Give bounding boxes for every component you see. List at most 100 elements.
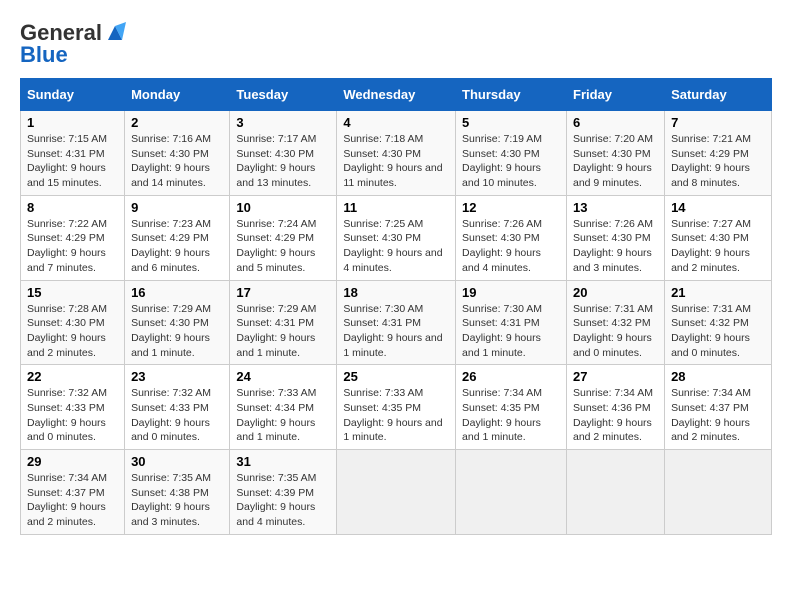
day-number: 7 [671, 115, 765, 130]
day-info: Sunrise: 7:35 AMSunset: 4:38 PMDaylight:… [131, 471, 223, 530]
day-number: 28 [671, 369, 765, 384]
day-info: Sunrise: 7:30 AMSunset: 4:31 PMDaylight:… [343, 302, 449, 361]
day-number: 19 [462, 285, 560, 300]
logo-icon [104, 22, 126, 44]
day-number: 30 [131, 454, 223, 469]
day-info: Sunrise: 7:23 AMSunset: 4:29 PMDaylight:… [131, 217, 223, 276]
calendar-week-row: 29 Sunrise: 7:34 AMSunset: 4:37 PMDaylig… [21, 450, 772, 535]
day-info: Sunrise: 7:16 AMSunset: 4:30 PMDaylight:… [131, 132, 223, 191]
day-info: Sunrise: 7:34 AMSunset: 4:37 PMDaylight:… [27, 471, 118, 530]
logo: General Blue [20, 20, 126, 68]
day-number: 16 [131, 285, 223, 300]
day-number: 6 [573, 115, 658, 130]
day-number: 10 [236, 200, 330, 215]
calendar-cell: 11 Sunrise: 7:25 AMSunset: 4:30 PMDaylig… [337, 195, 456, 280]
day-info: Sunrise: 7:30 AMSunset: 4:31 PMDaylight:… [462, 302, 560, 361]
calendar-cell [567, 450, 665, 535]
day-info: Sunrise: 7:34 AMSunset: 4:35 PMDaylight:… [462, 386, 560, 445]
day-info: Sunrise: 7:28 AMSunset: 4:30 PMDaylight:… [27, 302, 118, 361]
calendar-cell: 9 Sunrise: 7:23 AMSunset: 4:29 PMDayligh… [125, 195, 230, 280]
calendar-cell: 8 Sunrise: 7:22 AMSunset: 4:29 PMDayligh… [21, 195, 125, 280]
day-info: Sunrise: 7:22 AMSunset: 4:29 PMDaylight:… [27, 217, 118, 276]
day-number: 1 [27, 115, 118, 130]
day-info: Sunrise: 7:21 AMSunset: 4:29 PMDaylight:… [671, 132, 765, 191]
day-info: Sunrise: 7:34 AMSunset: 4:37 PMDaylight:… [671, 386, 765, 445]
day-info: Sunrise: 7:29 AMSunset: 4:31 PMDaylight:… [236, 302, 330, 361]
header-saturday: Saturday [665, 79, 772, 111]
calendar-cell: 7 Sunrise: 7:21 AMSunset: 4:29 PMDayligh… [665, 111, 772, 196]
calendar-cell: 18 Sunrise: 7:30 AMSunset: 4:31 PMDaylig… [337, 280, 456, 365]
calendar-cell: 17 Sunrise: 7:29 AMSunset: 4:31 PMDaylig… [230, 280, 337, 365]
day-number: 26 [462, 369, 560, 384]
day-info: Sunrise: 7:26 AMSunset: 4:30 PMDaylight:… [462, 217, 560, 276]
calendar-cell: 10 Sunrise: 7:24 AMSunset: 4:29 PMDaylig… [230, 195, 337, 280]
calendar-cell: 19 Sunrise: 7:30 AMSunset: 4:31 PMDaylig… [456, 280, 567, 365]
day-info: Sunrise: 7:31 AMSunset: 4:32 PMDaylight:… [671, 302, 765, 361]
calendar-cell: 12 Sunrise: 7:26 AMSunset: 4:30 PMDaylig… [456, 195, 567, 280]
calendar-cell: 3 Sunrise: 7:17 AMSunset: 4:30 PMDayligh… [230, 111, 337, 196]
day-number: 3 [236, 115, 330, 130]
calendar-cell: 26 Sunrise: 7:34 AMSunset: 4:35 PMDaylig… [456, 365, 567, 450]
calendar-cell: 1 Sunrise: 7:15 AMSunset: 4:31 PMDayligh… [21, 111, 125, 196]
day-info: Sunrise: 7:33 AMSunset: 4:35 PMDaylight:… [343, 386, 449, 445]
calendar-week-row: 15 Sunrise: 7:28 AMSunset: 4:30 PMDaylig… [21, 280, 772, 365]
calendar-cell: 22 Sunrise: 7:32 AMSunset: 4:33 PMDaylig… [21, 365, 125, 450]
header-monday: Monday [125, 79, 230, 111]
day-info: Sunrise: 7:18 AMSunset: 4:30 PMDaylight:… [343, 132, 449, 191]
day-number: 9 [131, 200, 223, 215]
calendar-cell: 31 Sunrise: 7:35 AMSunset: 4:39 PMDaylig… [230, 450, 337, 535]
calendar-cell: 25 Sunrise: 7:33 AMSunset: 4:35 PMDaylig… [337, 365, 456, 450]
calendar-cell: 20 Sunrise: 7:31 AMSunset: 4:32 PMDaylig… [567, 280, 665, 365]
day-info: Sunrise: 7:26 AMSunset: 4:30 PMDaylight:… [573, 217, 658, 276]
calendar-cell: 21 Sunrise: 7:31 AMSunset: 4:32 PMDaylig… [665, 280, 772, 365]
day-info: Sunrise: 7:33 AMSunset: 4:34 PMDaylight:… [236, 386, 330, 445]
day-number: 21 [671, 285, 765, 300]
day-number: 17 [236, 285, 330, 300]
calendar-cell: 30 Sunrise: 7:35 AMSunset: 4:38 PMDaylig… [125, 450, 230, 535]
calendar-cell: 14 Sunrise: 7:27 AMSunset: 4:30 PMDaylig… [665, 195, 772, 280]
day-info: Sunrise: 7:34 AMSunset: 4:36 PMDaylight:… [573, 386, 658, 445]
day-info: Sunrise: 7:29 AMSunset: 4:30 PMDaylight:… [131, 302, 223, 361]
day-number: 12 [462, 200, 560, 215]
calendar-cell: 28 Sunrise: 7:34 AMSunset: 4:37 PMDaylig… [665, 365, 772, 450]
calendar-table: SundayMondayTuesdayWednesdayThursdayFrid… [20, 78, 772, 535]
day-info: Sunrise: 7:17 AMSunset: 4:30 PMDaylight:… [236, 132, 330, 191]
calendar-header-row: SundayMondayTuesdayWednesdayThursdayFrid… [21, 79, 772, 111]
day-number: 5 [462, 115, 560, 130]
day-number: 11 [343, 200, 449, 215]
calendar-cell: 15 Sunrise: 7:28 AMSunset: 4:30 PMDaylig… [21, 280, 125, 365]
calendar-cell: 6 Sunrise: 7:20 AMSunset: 4:30 PMDayligh… [567, 111, 665, 196]
day-number: 31 [236, 454, 330, 469]
day-info: Sunrise: 7:25 AMSunset: 4:30 PMDaylight:… [343, 217, 449, 276]
day-number: 15 [27, 285, 118, 300]
day-info: Sunrise: 7:15 AMSunset: 4:31 PMDaylight:… [27, 132, 118, 191]
calendar-cell: 29 Sunrise: 7:34 AMSunset: 4:37 PMDaylig… [21, 450, 125, 535]
header-thursday: Thursday [456, 79, 567, 111]
calendar-cell: 16 Sunrise: 7:29 AMSunset: 4:30 PMDaylig… [125, 280, 230, 365]
day-number: 25 [343, 369, 449, 384]
day-number: 24 [236, 369, 330, 384]
day-number: 18 [343, 285, 449, 300]
calendar-cell: 2 Sunrise: 7:16 AMSunset: 4:30 PMDayligh… [125, 111, 230, 196]
day-info: Sunrise: 7:32 AMSunset: 4:33 PMDaylight:… [27, 386, 118, 445]
header-tuesday: Tuesday [230, 79, 337, 111]
day-number: 23 [131, 369, 223, 384]
header-wednesday: Wednesday [337, 79, 456, 111]
calendar-cell: 13 Sunrise: 7:26 AMSunset: 4:30 PMDaylig… [567, 195, 665, 280]
calendar-cell [665, 450, 772, 535]
calendar-cell: 5 Sunrise: 7:19 AMSunset: 4:30 PMDayligh… [456, 111, 567, 196]
calendar-week-row: 1 Sunrise: 7:15 AMSunset: 4:31 PMDayligh… [21, 111, 772, 196]
day-number: 29 [27, 454, 118, 469]
day-info: Sunrise: 7:27 AMSunset: 4:30 PMDaylight:… [671, 217, 765, 276]
calendar-cell: 27 Sunrise: 7:34 AMSunset: 4:36 PMDaylig… [567, 365, 665, 450]
calendar-cell [337, 450, 456, 535]
calendar-cell: 23 Sunrise: 7:32 AMSunset: 4:33 PMDaylig… [125, 365, 230, 450]
header-friday: Friday [567, 79, 665, 111]
logo-blue: Blue [20, 42, 68, 68]
calendar-cell: 4 Sunrise: 7:18 AMSunset: 4:30 PMDayligh… [337, 111, 456, 196]
calendar-cell [456, 450, 567, 535]
day-info: Sunrise: 7:19 AMSunset: 4:30 PMDaylight:… [462, 132, 560, 191]
day-number: 22 [27, 369, 118, 384]
day-number: 14 [671, 200, 765, 215]
day-info: Sunrise: 7:35 AMSunset: 4:39 PMDaylight:… [236, 471, 330, 530]
